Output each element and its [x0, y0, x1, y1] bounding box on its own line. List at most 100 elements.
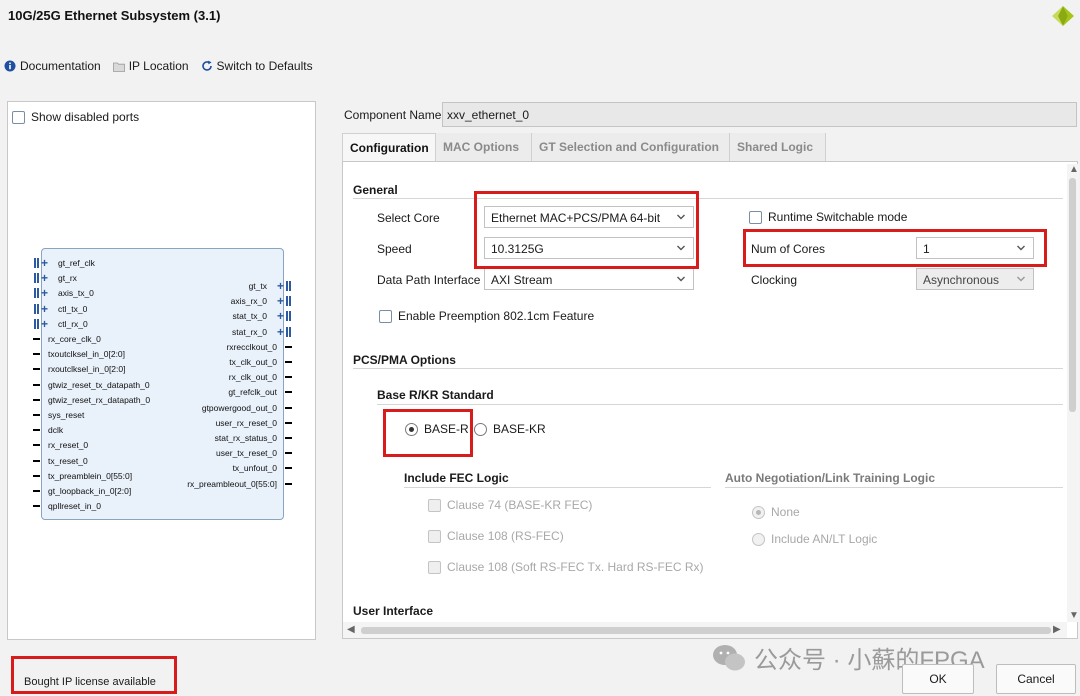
scroll-right-icon[interactable]: ▶: [1053, 624, 1061, 635]
fec-clause74-checkbox[interactable]: Clause 74 (BASE-KR FEC): [428, 498, 592, 512]
clocking-dropdown[interactable]: Asynchronous: [916, 268, 1034, 290]
highlight-box: [383, 409, 473, 457]
fec-clause108-soft-checkbox[interactable]: Clause 108 (Soft RS-FEC Tx. Hard RS-FEC …: [428, 560, 704, 574]
port-pin: [285, 361, 292, 363]
scroll-thumb[interactable]: [1069, 178, 1076, 412]
switch-defaults-label: Switch to Defaults: [216, 59, 313, 73]
tab-bar: Configuration MAC Options GT Selection a…: [342, 133, 826, 161]
port-label: dclk: [48, 425, 64, 436]
divider: [725, 487, 1063, 488]
port-pin: [33, 459, 40, 462]
bus-interface-icon: +: [34, 303, 48, 315]
port-pin: [285, 421, 292, 424]
radio-dot[interactable]: [474, 422, 487, 436]
bus-interface-icon: +: [277, 310, 291, 322]
divider: [353, 198, 1063, 199]
switch-defaults-button[interactable]: Switch to Defaults: [201, 59, 313, 73]
window-title: 10G/25G Ethernet Subsystem (3.1): [8, 8, 221, 23]
tab-shared-logic[interactable]: Shared Logic: [730, 133, 826, 161]
pcs-pma-section-title: PCS/PMA Options: [353, 353, 456, 367]
checkbox-box[interactable]: [749, 210, 762, 224]
port-label: gt_tx: [248, 281, 267, 291]
port-pin: [33, 368, 40, 371]
bus-interface-icon: +: [34, 272, 48, 284]
base-kr-radio[interactable]: BASE-KR: [474, 422, 546, 436]
checkbox-box[interactable]: [428, 560, 441, 574]
port-pin: [33, 383, 40, 386]
port-label: rx_preambleout_0[55:0]: [187, 478, 277, 489]
port-pin: [33, 398, 40, 401]
scroll-thumb[interactable]: [361, 627, 1051, 634]
refresh-icon: [201, 60, 213, 72]
port-pin: [33, 353, 40, 356]
port-label: stat_rx_status_0: [214, 433, 277, 443]
scroll-left-icon[interactable]: ◀: [347, 624, 355, 635]
port-label: ctl_tx_0: [58, 303, 88, 314]
port-label: axis_tx_0: [58, 288, 94, 299]
cancel-button[interactable]: Cancel: [996, 664, 1076, 694]
port-pin: [285, 406, 292, 409]
checkbox-box[interactable]: [12, 110, 25, 124]
info-icon: [4, 60, 16, 72]
an-include-label: Include AN/LT Logic: [771, 532, 878, 546]
port-label: user_tx_reset_0: [216, 448, 277, 459]
divider: [377, 404, 1063, 405]
runtime-switchable-label: Runtime Switchable mode: [768, 210, 908, 224]
bus-interface-icon: +: [277, 326, 291, 338]
scroll-up-icon[interactable]: ▲: [1069, 164, 1079, 175]
port-pin: [285, 452, 292, 455]
checkbox-box[interactable]: [379, 309, 392, 323]
port-label: sys_reset: [48, 410, 85, 420]
port-label: axis_rx_0: [230, 296, 267, 307]
port-label: gtwiz_reset_tx_datapath_0: [48, 379, 150, 390]
port-label: gt_refclk_out: [228, 387, 277, 398]
preemption-checkbox[interactable]: Enable Preemption 802.1cm Feature: [379, 309, 594, 323]
folder-icon: [112, 61, 125, 72]
port-pin: [33, 490, 40, 492]
ip-symbol-block: + gt_ref_clk + gt_rx + axis_tx_0 + ctl_tx_0 + ctl…: [33, 248, 292, 520]
port-label: txoutclksel_in_0[2:0]: [48, 349, 126, 360]
tab-mac-options[interactable]: MAC Options: [436, 133, 532, 161]
an-include-radio[interactable]: Include AN/LT Logic: [752, 532, 877, 546]
an-none-radio[interactable]: None: [752, 505, 800, 519]
port-pin: [33, 429, 40, 432]
port-pin: [285, 437, 292, 439]
radio-dot[interactable]: [752, 532, 765, 546]
bus-interface-icon: +: [277, 295, 291, 307]
ok-button[interactable]: OK: [902, 664, 974, 694]
component-name-label: Component Name: [344, 108, 442, 122]
an-lt-title: Auto Negotiation/Link Training Logic: [725, 471, 935, 485]
documentation-button[interactable]: Documentation: [4, 59, 101, 73]
vertical-scrollbar[interactable]: ▲ ▼: [1067, 164, 1079, 622]
tab-gt-selection[interactable]: GT Selection and Configuration: [532, 133, 730, 161]
port-label: gtwiz_reset_rx_datapath_0: [48, 394, 151, 405]
show-disabled-ports-checkbox[interactable]: Show disabled ports: [12, 110, 139, 124]
runtime-switchable-checkbox[interactable]: Runtime Switchable mode: [749, 210, 907, 224]
divider: [404, 487, 711, 488]
checkbox-box[interactable]: [428, 529, 441, 543]
tab-configuration[interactable]: Configuration: [342, 133, 436, 161]
port-label: gt_rx: [58, 273, 77, 284]
checkbox-box[interactable]: [428, 498, 441, 512]
bus-interface-icon: +: [34, 257, 48, 269]
port-label: rx_core_clk_0: [48, 334, 101, 344]
xilinx-logo-icon: [1052, 6, 1074, 26]
base-kr-label: BASE-KR: [493, 422, 546, 436]
fec-clause108-checkbox[interactable]: Clause 108 (RS-FEC): [428, 529, 564, 543]
port-label: ctl_rx_0: [58, 318, 88, 329]
component-name-field[interactable]: xxv_ethernet_0: [442, 102, 1077, 127]
horizontal-scrollbar[interactable]: ◀ ▶: [343, 622, 1067, 638]
port-pin: [33, 338, 40, 340]
radio-dot[interactable]: [752, 505, 765, 519]
data-path-dropdown[interactable]: AXI Stream: [484, 268, 694, 290]
port-label: tx_preamblein_0[55:0]: [48, 470, 133, 481]
highlight-box: [11, 656, 177, 694]
port-label: tx_clk_out_0: [229, 357, 277, 367]
speed-label: Speed: [377, 242, 412, 256]
port-label: tx_unfout_0: [232, 463, 277, 474]
scroll-down-icon[interactable]: ▼: [1069, 610, 1079, 621]
ip-location-button[interactable]: IP Location: [112, 59, 189, 73]
bus-interface-icon: +: [34, 287, 48, 299]
port-label: gt_ref_clk: [58, 258, 95, 268]
preemption-label: Enable Preemption 802.1cm Feature: [398, 309, 595, 323]
